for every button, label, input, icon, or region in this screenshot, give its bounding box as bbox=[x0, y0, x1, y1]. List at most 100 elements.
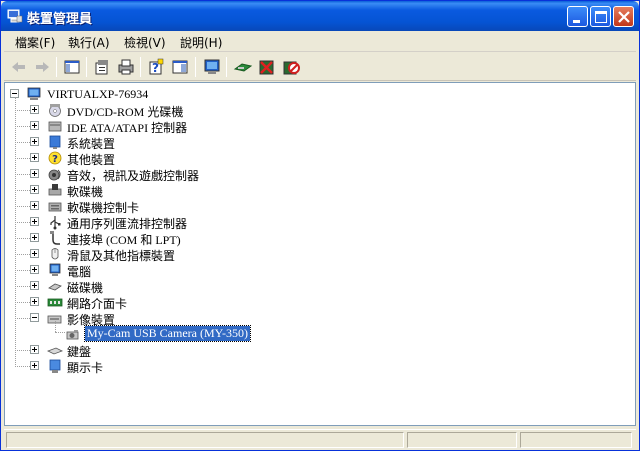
menu-help[interactable]: 說明(H) bbox=[180, 34, 222, 51]
tree-category[interactable]: DVD/CD-ROM 光碟機 bbox=[5, 102, 605, 119]
floppy-controller-icon bbox=[48, 202, 62, 212]
status-bar bbox=[4, 429, 636, 449]
tree-category[interactable]: 影像裝置 bbox=[5, 310, 605, 327]
properties-icon bbox=[95, 60, 108, 75]
tree-category[interactable]: 網路介面卡 bbox=[5, 294, 605, 311]
toolbar-separator bbox=[226, 57, 227, 77]
expand-icon[interactable] bbox=[30, 153, 39, 162]
menu-view[interactable]: 檢視(V) bbox=[124, 34, 166, 51]
tree-child-camera[interactable]: My-Cam USB Camera (MY-350) bbox=[5, 325, 605, 342]
tree-category[interactable]: 滑鼠及其他指標裝置 bbox=[5, 246, 605, 263]
close-button[interactable] bbox=[613, 6, 634, 27]
expand-icon[interactable] bbox=[30, 217, 39, 226]
expand-icon[interactable] bbox=[30, 137, 39, 146]
show-hide-tree-icon bbox=[64, 60, 80, 74]
ide-controller-icon bbox=[48, 121, 62, 132]
expand-icon[interactable] bbox=[30, 105, 39, 114]
maximize-icon bbox=[595, 11, 607, 23]
computer-icon bbox=[204, 59, 220, 74]
tree-category[interactable]: ? 其他裝置 bbox=[5, 150, 605, 167]
minimize-button[interactable] bbox=[567, 6, 588, 27]
expand-icon[interactable] bbox=[30, 249, 39, 258]
console-tree-icon bbox=[172, 60, 188, 74]
expand-icon[interactable] bbox=[30, 281, 39, 290]
maximize-button[interactable] bbox=[590, 6, 611, 27]
status-panel bbox=[6, 432, 404, 448]
uninstall-button[interactable] bbox=[257, 57, 277, 77]
show-hide-tree-button[interactable] bbox=[62, 57, 82, 77]
scan-hardware-button[interactable] bbox=[233, 57, 253, 77]
device-manager-icon bbox=[7, 9, 23, 23]
forward-icon bbox=[36, 62, 49, 72]
minimize-icon bbox=[573, 20, 580, 23]
back-icon bbox=[12, 62, 25, 72]
selected-device-label: My-Cam USB Camera (MY-350) bbox=[84, 325, 251, 342]
tree-category[interactable]: 軟碟機控制卡 bbox=[5, 198, 605, 215]
disable-icon bbox=[283, 61, 300, 75]
camera-icon bbox=[66, 330, 79, 340]
disk-drive-icon bbox=[48, 283, 62, 291]
help-icon: ? bbox=[149, 58, 164, 75]
console-tree-button[interactable] bbox=[170, 57, 190, 77]
status-panel bbox=[407, 432, 517, 448]
tree-category[interactable]: 軟碟機 bbox=[5, 182, 605, 199]
forward-button[interactable] bbox=[32, 57, 52, 77]
mouse-icon bbox=[51, 248, 59, 260]
unknown-device-icon: ? bbox=[48, 151, 62, 165]
network-adapter-icon bbox=[47, 298, 63, 307]
menu-action[interactable]: 執行(A) bbox=[68, 34, 110, 51]
expand-icon[interactable] bbox=[30, 169, 39, 178]
computer-view-button[interactable] bbox=[202, 57, 222, 77]
tree-category[interactable]: 連接埠 (COM 和 LPT) bbox=[5, 230, 605, 247]
display-adapter-icon bbox=[49, 359, 61, 373]
svg-text:?: ? bbox=[52, 154, 58, 165]
root-label: VIRTUALXP-76934 bbox=[47, 87, 149, 101]
expand-icon[interactable] bbox=[30, 361, 39, 370]
disable-button[interactable] bbox=[281, 57, 301, 77]
expand-icon[interactable] bbox=[30, 297, 39, 306]
print-button[interactable] bbox=[116, 57, 136, 77]
computer-icon bbox=[27, 87, 41, 100]
tree-category[interactable]: 顯示卡 bbox=[5, 358, 605, 375]
menu-bar: 檔案(F) 執行(A) 檢視(V) 說明(H) bbox=[4, 31, 636, 52]
scan-hardware-icon bbox=[233, 63, 253, 72]
sound-icon bbox=[48, 169, 61, 181]
tree-category[interactable]: 系統裝置 bbox=[5, 134, 605, 151]
back-button[interactable] bbox=[9, 57, 29, 77]
tree-category[interactable]: 音效，視訊及遊戲控制器 bbox=[5, 166, 605, 183]
tree-category[interactable]: 鍵盤 bbox=[5, 342, 605, 359]
tree-root[interactable]: VIRTUALXP-76934 bbox=[5, 86, 605, 102]
dvd-icon bbox=[49, 104, 61, 117]
status-panel bbox=[520, 432, 632, 448]
help-button[interactable]: ? bbox=[146, 57, 166, 77]
properties-button[interactable] bbox=[92, 57, 112, 77]
device-tree[interactable]: VIRTUALXP-76934 DVD/CD-ROM 光碟機 IDE ATA/AT… bbox=[4, 82, 636, 426]
toolbar-separator bbox=[140, 57, 141, 77]
tree-category[interactable]: 磁碟機 bbox=[5, 278, 605, 295]
floppy-drive-icon bbox=[48, 184, 62, 196]
window-title: 裝置管理員 bbox=[27, 12, 93, 27]
tree-category[interactable]: 通用序列匯流排控制器 bbox=[5, 214, 605, 231]
category-label: 顯示卡 bbox=[67, 361, 104, 375]
expand-icon[interactable] bbox=[30, 345, 39, 354]
title-bar[interactable]: 裝置管理員 bbox=[1, 1, 639, 31]
usb-icon bbox=[50, 216, 61, 230]
toolbar-separator bbox=[195, 57, 196, 77]
expand-icon[interactable] bbox=[30, 265, 39, 274]
port-icon bbox=[50, 231, 60, 245]
menu-file[interactable]: 檔案(F) bbox=[15, 34, 55, 51]
uninstall-icon bbox=[259, 60, 274, 75]
expand-icon[interactable] bbox=[30, 233, 39, 242]
toolbar: ? bbox=[4, 53, 636, 81]
toolbar-separator bbox=[86, 57, 87, 77]
collapse-icon[interactable] bbox=[30, 313, 39, 322]
tree-category[interactable]: IDE ATA/ATAPI 控制器 bbox=[5, 118, 605, 135]
device-manager-window: 裝置管理員 檔案(F) 執行(A) 檢視(V) 說明(H) ? VIRTUALX… bbox=[0, 0, 640, 451]
keyboard-icon bbox=[47, 347, 63, 355]
tree-category[interactable]: 電腦 bbox=[5, 262, 605, 279]
computer-icon bbox=[49, 263, 61, 276]
system-device-icon bbox=[49, 135, 61, 149]
expand-icon[interactable] bbox=[30, 185, 39, 194]
expand-icon[interactable] bbox=[30, 121, 39, 130]
expand-icon[interactable] bbox=[30, 201, 39, 210]
